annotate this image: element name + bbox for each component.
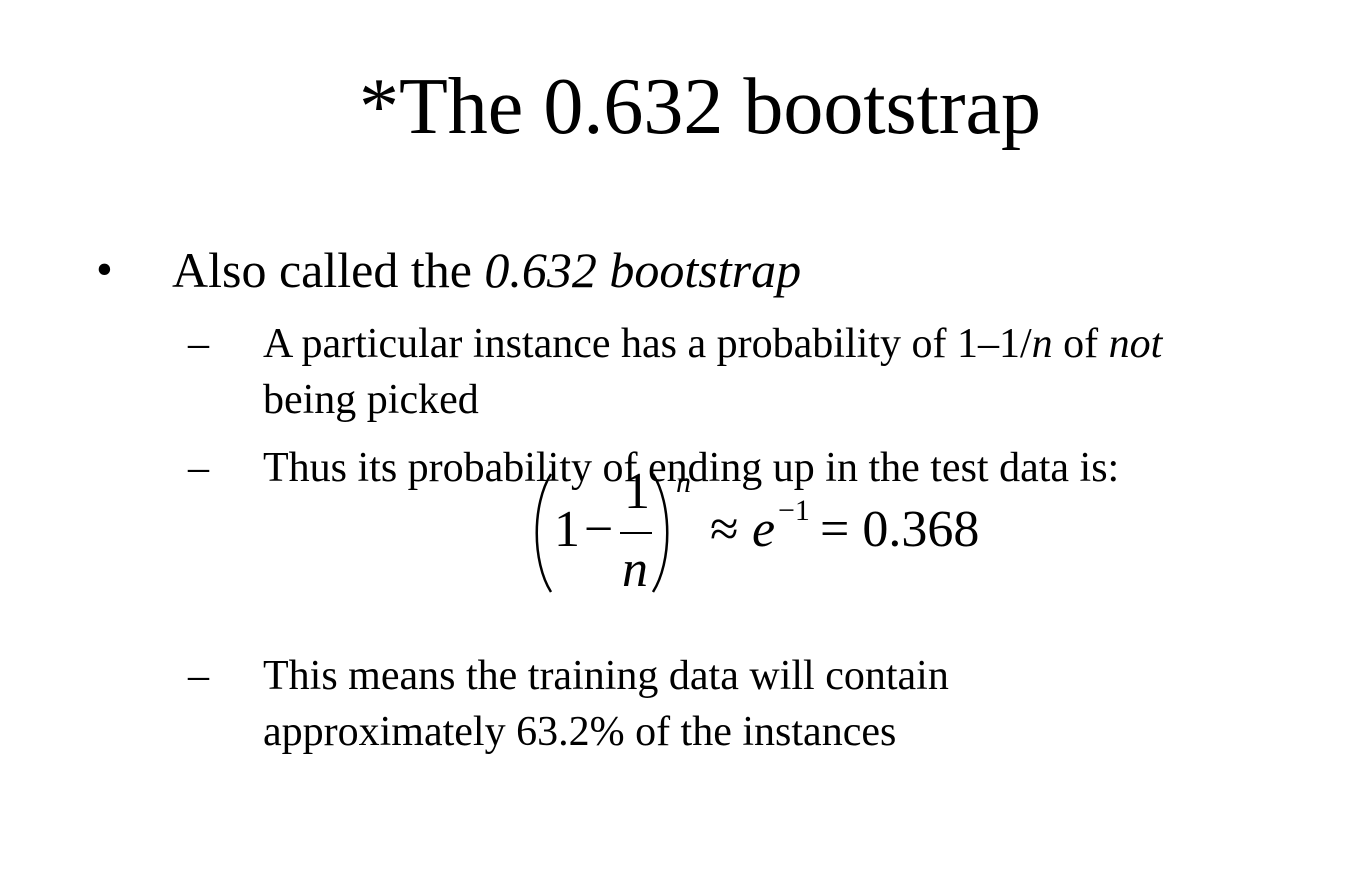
formula-e-exponent: −1	[778, 494, 810, 527]
slide-title: *The 0.632 bootstrap	[358, 63, 1042, 151]
formula-one: 1	[554, 501, 580, 558]
subbullet-1-line-1-not: not	[1108, 321, 1163, 367]
subbullet-2-marker: –	[188, 445, 209, 491]
subbullet-3-text: This means the training data will contai…	[263, 648, 949, 760]
bullet-text-italic: 0.632 bootstrap	[484, 242, 802, 298]
subbullet-1-text: A particular instance has a probability …	[263, 316, 1162, 428]
formula-e: e	[752, 501, 776, 558]
subbullet-1-line-2: being picked	[263, 377, 479, 423]
bullet-marker: •	[96, 243, 113, 296]
formula-approx: ≈	[710, 501, 739, 558]
subbullet-1-line-1: A particular instance has a probability …	[263, 316, 1162, 372]
subbullet-1-line-1-n: n	[1031, 321, 1053, 367]
subbullet-1-line-1-b: of	[1052, 321, 1109, 367]
subbullet-3-line-2: approximately 63.2% of the instances	[263, 709, 897, 755]
subbullet-1-marker: –	[188, 321, 209, 367]
left-parenthesis	[535, 473, 553, 593]
fraction-bar	[620, 532, 652, 534]
subbullet-1-line-1-a: A particular instance has a probability …	[263, 321, 1032, 367]
formula-outer-exponent: n	[676, 466, 691, 499]
formula-result: = 0.368	[820, 501, 980, 558]
right-parenthesis	[651, 473, 669, 593]
formula-denominator: n	[622, 541, 648, 598]
bullet-text-plain: Also called the	[172, 242, 485, 298]
subbullet-3-marker: –	[188, 653, 209, 699]
slide: *The 0.632 bootstrap • Also called the 0…	[0, 0, 1370, 894]
bullet-text: Also called the 0.632 bootstrap	[172, 240, 801, 300]
probability-formula: 1 − 1 n n ≈ e −1 = 0.368	[530, 463, 1000, 600]
formula-minus: −	[584, 501, 614, 558]
formula-numerator: 1	[624, 463, 650, 520]
subbullet-3-line-1: This means the training data will contai…	[263, 653, 949, 699]
